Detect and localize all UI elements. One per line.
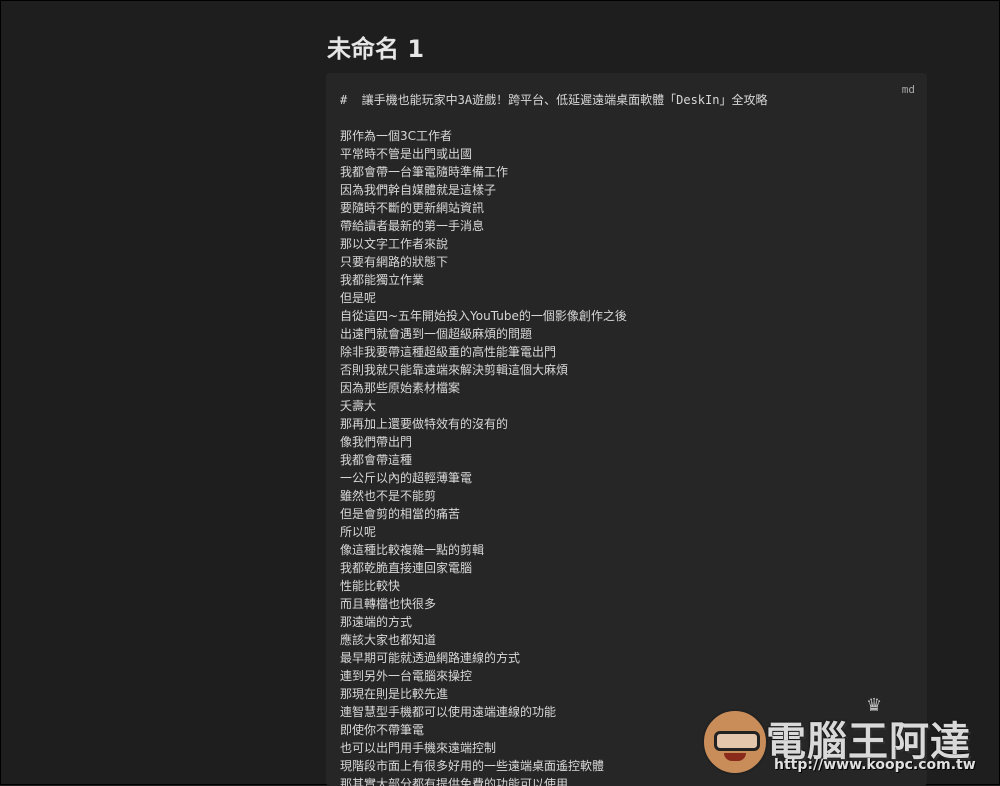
code-line[interactable]: 但是會剪的相當的痛苦 (340, 505, 913, 523)
code-heading-line[interactable]: # 讓手機也能玩家中3A遊戲！跨平台、低延遲遠端桌面軟體「DeskIn」全攻略 (340, 91, 913, 109)
code-line[interactable]: 所以呢 (340, 523, 913, 541)
watermark-logo: ♛ 電腦王阿達 http://www.koopc.com.tw (700, 695, 996, 781)
code-line[interactable]: 因為那些原始素材檔案 (340, 379, 913, 397)
code-line[interactable]: 自從這四~五年開始投入YouTube的一個影像創作之後 (340, 307, 913, 325)
mascot-face-icon (702, 709, 768, 775)
code-line[interactable]: 但是呢 (340, 289, 913, 307)
code-line[interactable]: 因為我們幹自媒體就是這樣子 (340, 181, 913, 199)
code-line[interactable]: 我都能獨立作業 (340, 271, 913, 289)
code-line[interactable]: 我都會帶一台筆電隨時準備工作 (340, 163, 913, 181)
code-line[interactable]: 否則我就只能靠遠端來解決剪輯這個大麻煩 (340, 361, 913, 379)
code-line[interactable]: 像我們帶出門 (340, 433, 913, 451)
code-content[interactable]: # 讓手機也能玩家中3A遊戲！跨平台、低延遲遠端桌面軟體「DeskIn」全攻略 … (340, 91, 913, 786)
code-line[interactable]: 性能比較快 (340, 577, 913, 595)
code-line[interactable]: 我都乾脆直接連回家電腦 (340, 559, 913, 577)
code-line[interactable]: 那作為一個3C工作者 (340, 127, 913, 145)
code-line[interactable]: 除非我要帶這種超級重的高性能筆電出門 (340, 343, 913, 361)
watermark-url: http://www.koopc.com.tw (774, 757, 976, 773)
code-line[interactable]: 雖然也不是不能剪 (340, 487, 913, 505)
code-line[interactable]: 一公斤以內的超輕薄筆電 (340, 469, 913, 487)
code-line[interactable]: 而且轉檔也快很多 (340, 595, 913, 613)
code-line[interactable]: 連到另外一台電腦來操控 (340, 667, 913, 685)
code-block[interactable]: md # 讓手機也能玩家中3A遊戲！跨平台、低延遲遠端桌面軟體「DeskIn」全… (326, 73, 927, 786)
code-line[interactable]: 應該大家也都知道 (340, 631, 913, 649)
code-line[interactable]: 夭壽大 (340, 397, 913, 415)
code-line[interactable]: 那遠端的方式 (340, 613, 913, 631)
page-title[interactable]: 未命名 1 (327, 29, 424, 64)
code-line[interactable]: 那再加上還要做特效有的沒有的 (340, 415, 913, 433)
code-line[interactable]: 帶給讀者最新的第一手消息 (340, 217, 913, 235)
code-line[interactable]: 我都會帶這種 (340, 451, 913, 469)
app-window: 未命名 1 md # 讓手機也能玩家中3A遊戲！跨平台、低延遲遠端桌面軟體「De… (0, 0, 1000, 786)
code-line[interactable]: 最早期可能就透過網路連線的方式 (340, 649, 913, 667)
code-line[interactable]: 平常時不管是出門或出國 (340, 145, 913, 163)
code-line[interactable]: 出遠門就會遇到一個超級麻煩的問題 (340, 325, 913, 343)
code-line[interactable]: 像這種比較複雜一點的剪輯 (340, 541, 913, 559)
code-line[interactable]: 要隨時不斷的更新網站資訊 (340, 199, 913, 217)
code-line[interactable]: 只要有網路的狀態下 (340, 253, 913, 271)
code-line[interactable]: 那以文字工作者來說 (340, 235, 913, 253)
